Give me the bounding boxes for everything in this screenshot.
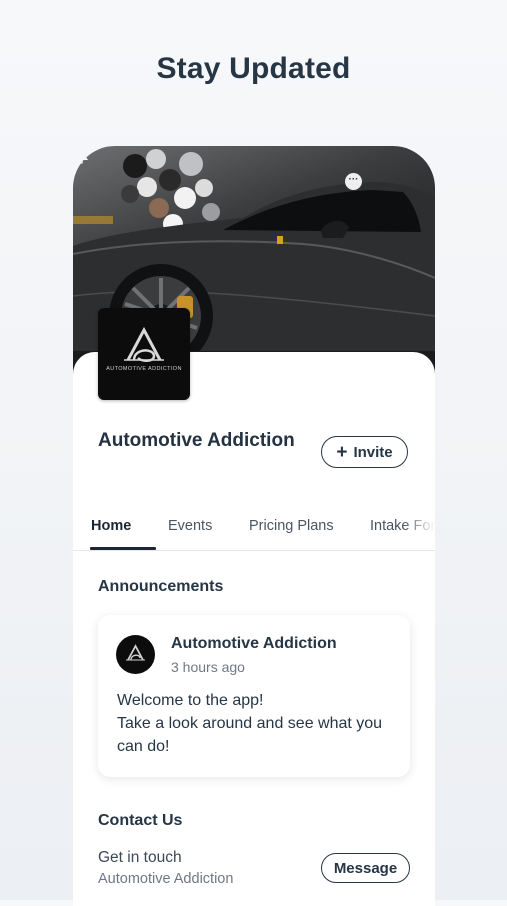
- bell-icon[interactable]: [73, 146, 89, 164]
- author-avatar: [116, 635, 155, 674]
- more-icon[interactable]: ···: [345, 173, 362, 190]
- contact-heading: Contact Us: [98, 812, 183, 829]
- tab-home[interactable]: Home: [91, 518, 131, 534]
- post-line-2: Take a look around and see what you can …: [117, 715, 383, 755]
- invite-label: Invite: [353, 443, 393, 461]
- plus-icon: +: [336, 441, 348, 463]
- balloons: [121, 149, 220, 234]
- contact-business-name: Automotive Addiction: [98, 871, 234, 887]
- tab-events[interactable]: Events: [168, 518, 212, 534]
- tab-bar: Home Events Pricing Plans Intake For: [73, 498, 435, 551]
- business-name: Automotive Addiction: [98, 430, 295, 451]
- active-tab-indicator: [90, 547, 156, 550]
- phone-screen: ··· AUTOMOTIVE ADDICTION Automotive Addi…: [73, 146, 435, 906]
- tab-pricing-plans[interactable]: Pricing Plans: [249, 518, 334, 534]
- business-logo: AUTOMOTIVE ADDICTION: [98, 308, 190, 400]
- invite-button[interactable]: + Invite: [321, 436, 408, 468]
- avatar-logo-icon: [126, 644, 145, 661]
- contact-prompt: Get in touch: [98, 849, 182, 866]
- post-message: Welcome to the app! Take a look around a…: [117, 689, 397, 758]
- post-line-1: Welcome to the app!: [117, 692, 264, 709]
- post-time: 3 hours ago: [171, 659, 245, 675]
- logo-mark-icon: [124, 326, 164, 362]
- announcements-heading: Announcements: [98, 578, 224, 595]
- logo-text: AUTOMOTIVE ADDICTION: [106, 366, 182, 372]
- message-button[interactable]: Message: [321, 853, 410, 883]
- tab-fade: [403, 498, 435, 548]
- post-author: Automotive Addiction: [171, 635, 337, 652]
- announcement-card[interactable]: Automotive Addiction 3 hours ago Welcome…: [98, 615, 410, 777]
- headline: Stay Updated: [156, 52, 351, 85]
